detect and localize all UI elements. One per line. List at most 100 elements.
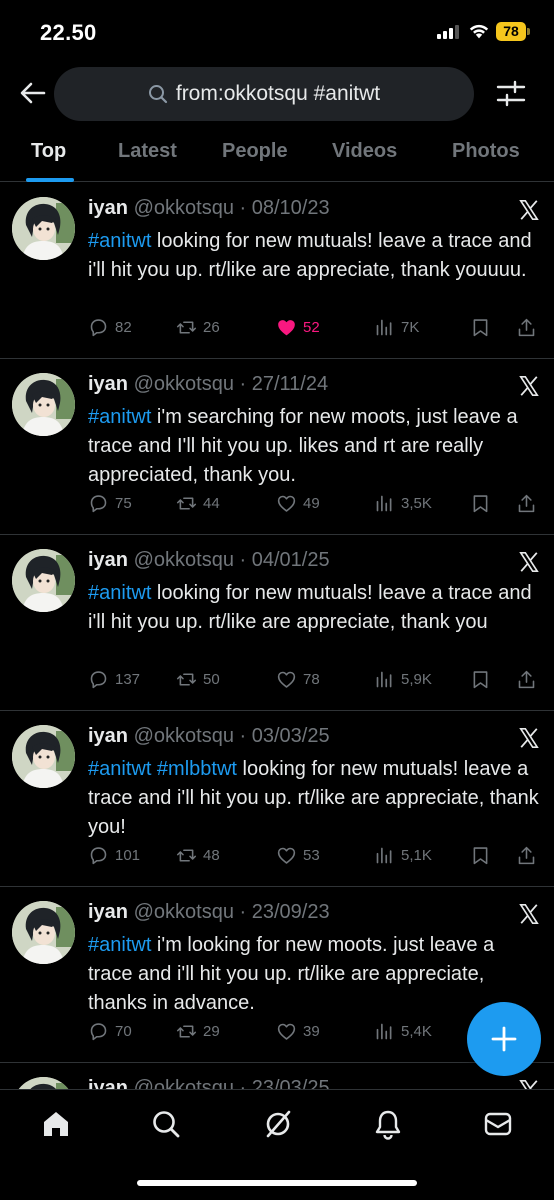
search-tabs: Top Latest People Videos Photos (0, 126, 554, 182)
notifications-icon[interactable] (372, 1108, 404, 1140)
tab-photos[interactable]: Photos (452, 140, 520, 163)
author-name[interactable]: iyan (88, 549, 128, 571)
home-indicator (137, 1180, 417, 1186)
like-button[interactable]: 78 (276, 669, 320, 690)
author-handle: @okkotsqu (133, 373, 234, 395)
retweet-icon (176, 1025, 197, 1038)
tweet-body: looking for new mutuals! leave a trace a… (88, 582, 532, 633)
reply-button[interactable]: 75 (88, 493, 132, 514)
avatar[interactable] (12, 197, 75, 260)
like-button[interactable]: 49 (276, 493, 320, 514)
like-count: 52 (303, 319, 320, 336)
tweet-body: looking for new mutuals! leave a trace a… (88, 230, 532, 281)
bookmark-button[interactable] (470, 493, 491, 514)
tweet-date: · 04/01/25 (239, 549, 330, 571)
tab-latest[interactable]: Latest (118, 140, 177, 163)
like-count: 78 (303, 671, 320, 688)
bookmark-button[interactable] (470, 317, 491, 338)
tweet-actions: 137 50 78 5,9K (88, 669, 543, 695)
retweet-button[interactable]: 50 (176, 669, 220, 690)
bookmark-button[interactable] (470, 845, 491, 866)
back-arrow-icon[interactable] (18, 78, 48, 108)
tweet-actions: 101 48 53 5,1K (88, 845, 543, 871)
views-count: 5,4K (401, 1023, 432, 1040)
retweet-button[interactable]: 48 (176, 845, 220, 866)
author-name[interactable]: iyan (88, 725, 128, 747)
hashtag-link[interactable]: #anitwt (88, 582, 151, 604)
wifi-icon (469, 24, 489, 39)
bookmark-icon (473, 495, 488, 513)
views-button[interactable]: 3,5K (374, 493, 432, 514)
home-icon[interactable] (40, 1108, 72, 1140)
like-button[interactable]: 39 (276, 1021, 320, 1042)
reply-count: 75 (115, 495, 132, 512)
signal-icon (437, 25, 459, 39)
like-count: 49 (303, 495, 320, 512)
views-button[interactable]: 5,4K (374, 1021, 432, 1042)
share-button[interactable] (516, 845, 537, 866)
avatar[interactable] (12, 549, 75, 612)
x-logo-icon (519, 728, 539, 748)
like-icon (277, 671, 296, 688)
x-logo-icon (519, 552, 539, 572)
views-button[interactable]: 7K (374, 317, 419, 338)
tweet[interactable]: iyan @okkotsqu · 03/03/25 #anitwt #mlbbt… (0, 711, 554, 887)
reply-count: 82 (115, 319, 132, 336)
views-count: 3,5K (401, 495, 432, 512)
avatar[interactable] (12, 373, 75, 436)
reply-icon (90, 1023, 107, 1041)
retweet-button[interactable]: 26 (176, 317, 220, 338)
author-handle: @okkotsqu (133, 725, 234, 747)
share-button[interactable] (516, 669, 537, 690)
retweet-button[interactable]: 44 (176, 493, 220, 514)
tweet[interactable]: iyan @okkotsqu · 27/11/24 #anitwt i'm se… (0, 359, 554, 535)
author-name[interactable]: iyan (88, 901, 128, 923)
hashtag-link[interactable]: #anitwt #mlbbtwt (88, 758, 237, 780)
reply-button[interactable]: 82 (88, 317, 132, 338)
avatar[interactable] (12, 901, 75, 964)
like-button[interactable]: 53 (276, 845, 320, 866)
views-button[interactable]: 5,1K (374, 845, 432, 866)
tab-videos[interactable]: Videos (332, 140, 397, 163)
bookmark-button[interactable] (470, 669, 491, 690)
like-icon (278, 320, 295, 336)
search-icon[interactable] (150, 1108, 182, 1140)
views-icon (376, 319, 392, 336)
filter-icon[interactable] (496, 80, 526, 108)
reply-button[interactable]: 70 (88, 1021, 132, 1042)
share-button[interactable] (516, 317, 537, 338)
compose-button[interactable] (467, 1002, 541, 1076)
author-name[interactable]: iyan (88, 373, 128, 395)
avatar[interactable] (12, 725, 75, 788)
reply-button[interactable]: 137 (88, 669, 140, 690)
like-icon (277, 847, 296, 864)
hashtag-link[interactable]: #anitwt (88, 406, 151, 428)
tweet-text: #anitwt i'm searching for new moots, jus… (88, 403, 543, 490)
tweet-text: #anitwt #mlbbtwt looking for new mutuals… (88, 755, 543, 842)
search-header: from:okkotsqu #anitwt (0, 62, 554, 126)
like-button[interactable]: 52 (276, 317, 320, 338)
tweet-header: iyan @okkotsqu · 27/11/24 (88, 373, 328, 396)
tweet[interactable]: iyan @okkotsqu · 08/10/23 #anitwt lookin… (0, 183, 554, 359)
grok-icon[interactable] (262, 1108, 294, 1140)
reply-button[interactable]: 101 (88, 845, 140, 866)
views-count: 7K (401, 319, 420, 336)
tab-people[interactable]: People (222, 140, 288, 163)
tweet[interactable]: iyan @okkotsqu · 04/01/25 #anitwt lookin… (0, 535, 554, 711)
hashtag-link[interactable]: #anitwt (88, 934, 151, 956)
share-button[interactable] (516, 493, 537, 514)
search-input[interactable]: from:okkotsqu #anitwt (54, 67, 474, 121)
retweet-button[interactable]: 29 (176, 1021, 220, 1042)
retweet-count: 44 (203, 495, 220, 512)
bookmark-icon (473, 671, 488, 689)
hashtag-link[interactable]: #anitwt (88, 230, 151, 252)
retweet-icon (176, 321, 197, 334)
tweet-body: i'm searching for new moots, just leave … (88, 406, 518, 486)
views-button[interactable]: 5,9K (374, 669, 432, 690)
author-name[interactable]: iyan (88, 197, 128, 219)
tweet-date: · 23/09/23 (239, 901, 330, 923)
tab-top[interactable]: Top (31, 140, 66, 163)
retweet-count: 50 (203, 671, 220, 688)
active-tab-indicator (26, 178, 74, 182)
messages-icon[interactable] (482, 1108, 514, 1140)
